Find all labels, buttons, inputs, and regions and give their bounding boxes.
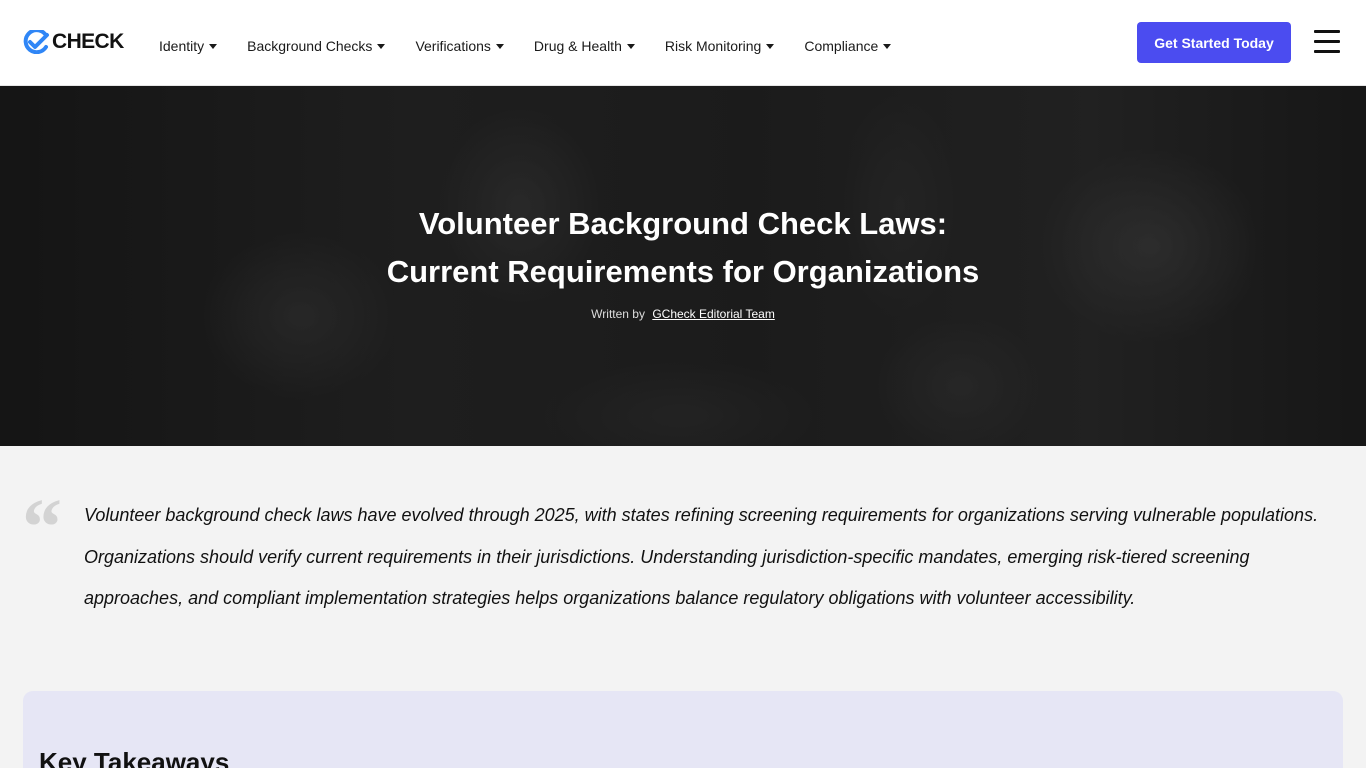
key-takeaways-box: Key Takeaways [23, 691, 1343, 768]
intro-quote: Volunteer background check laws have evo… [84, 505, 1319, 608]
quote-mark-icon: “ [22, 484, 62, 572]
nav-item-label: Risk Monitoring [664, 38, 762, 54]
main-nav: Identity Background Checks Verifications… [159, 36, 921, 56]
nav-item-drug-health[interactable]: Drug & Health [534, 36, 635, 56]
caret-down-icon [495, 44, 504, 49]
get-started-button[interactable]: Get Started Today [1137, 22, 1291, 63]
byline-prefix: Written by [591, 307, 645, 321]
nav-item-label: Compliance [804, 38, 879, 54]
page-title: Volunteer Background Check Laws: Current… [0, 200, 1366, 296]
hero-banner: Volunteer Background Check Laws: Current… [0, 86, 1366, 446]
nav-item-label: Verifications [415, 38, 491, 54]
nav-item-compliance[interactable]: Compliance [804, 36, 892, 56]
nav-item-label: Drug & Health [533, 38, 622, 54]
page-title-line-2: Current Requirements for Organizations [386, 254, 980, 289]
logo-check-icon [23, 30, 49, 54]
byline: Written by GCheck Editorial Team [0, 307, 1366, 321]
caret-down-icon [377, 44, 386, 49]
key-takeaways-heading: Key Takeaways [39, 747, 230, 768]
caret-down-icon [209, 44, 218, 49]
nav-item-label: Background Checks [247, 38, 373, 54]
site-header: CHECK Identity Background Checks Verific… [0, 0, 1366, 86]
author-link[interactable]: GCheck Editorial Team [652, 307, 775, 321]
hamburger-menu-icon[interactable] [1314, 30, 1340, 54]
nav-item-label: Identity [159, 38, 205, 54]
nav-item-background-checks[interactable]: Background Checks [247, 36, 386, 56]
nav-item-risk-monitoring[interactable]: Risk Monitoring [664, 36, 775, 56]
logo[interactable]: CHECK [23, 29, 124, 55]
caret-down-icon [626, 44, 635, 49]
logo-text: CHECK [52, 30, 124, 53]
page-title-line-1: Volunteer Background Check Laws: [418, 206, 948, 241]
caret-down-icon [766, 44, 775, 49]
nav-item-verifications[interactable]: Verifications [415, 36, 504, 56]
nav-item-identity[interactable]: Identity [159, 36, 218, 56]
caret-down-icon [883, 44, 892, 49]
